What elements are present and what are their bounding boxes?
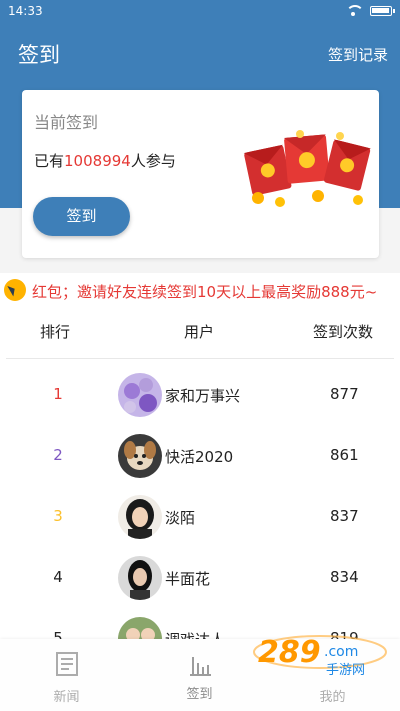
user-name: 淡陌	[165, 509, 196, 527]
svg-text:.com: .com	[324, 644, 358, 660]
tab-signin-label: 签到	[186, 687, 213, 702]
avatar	[118, 556, 162, 600]
rank-number: 2	[53, 446, 63, 464]
header-count: 签到次数	[313, 323, 374, 341]
signin-count: 834	[330, 568, 359, 586]
avatar	[118, 495, 162, 539]
signin-count: 837	[330, 507, 359, 525]
status-icons	[346, 5, 395, 17]
header-user: 用户	[184, 323, 215, 341]
chart-icon	[189, 657, 211, 676]
table-row[interactable]: 2 快活2020 861	[0, 420, 400, 481]
wifi-icon	[346, 5, 364, 17]
table-row[interactable]: 3 淡陌 837	[0, 481, 400, 542]
svg-text:手游网: 手游网	[326, 663, 365, 678]
avatar	[118, 373, 162, 417]
rank-number: 4	[53, 568, 63, 586]
header-rank: 排行	[40, 323, 71, 341]
tab-news[interactable]: 新闻	[0, 639, 133, 711]
signin-count: 877	[330, 385, 359, 403]
banner-text: 红包；邀请好友连续签到10天以上最高奖励888元~	[32, 283, 378, 301]
avatar	[118, 617, 162, 639]
signin-button[interactable]: 签到	[33, 197, 130, 236]
megaphone-icon	[4, 279, 26, 301]
watermark-logo: 289 .com 手游网	[253, 635, 387, 678]
status-time: 14:33	[8, 4, 43, 18]
signin-card: 当前签到 已有1008994人参与 签到	[22, 90, 379, 258]
rank-number: 3	[53, 507, 63, 525]
count-value: 1008994	[64, 152, 131, 170]
tab-news-label: 新闻	[53, 690, 80, 705]
user-name: 调戏达人	[165, 629, 225, 639]
tab-me-label: 我的	[319, 690, 346, 705]
participant-count: 已有1008994人参与	[34, 150, 176, 171]
app-bar: 签到 签到记录	[0, 24, 400, 82]
red-envelopes-icon	[243, 130, 371, 207]
tab-signin[interactable]: 签到	[133, 639, 266, 711]
rank-number: 1	[53, 385, 63, 403]
ranking-list[interactable]: 1 家和万事兴 877 2 快活2020 861 3 淡陌 837 4 半面花 …	[0, 359, 400, 639]
avatar	[118, 434, 162, 478]
card-title: 当前签到	[34, 113, 99, 132]
rank-number: 5	[53, 629, 63, 639]
table-header: 排行 用户 签到次数	[0, 307, 400, 359]
signin-record-button[interactable]: 签到记录	[328, 44, 388, 65]
news-icon	[55, 652, 78, 676]
table-row[interactable]: 1 家和万事兴 877	[0, 359, 400, 420]
user-name: 家和万事兴	[165, 387, 241, 405]
count-prefix: 已有	[34, 152, 65, 170]
user-name: 半面花	[165, 570, 211, 588]
page-title: 签到	[18, 43, 60, 67]
count-suffix: 人参与	[130, 152, 176, 170]
battery-icon	[370, 6, 395, 16]
svg-text:289: 289	[258, 635, 321, 670]
signin-count: 861	[330, 446, 359, 464]
user-name: 快活2020	[165, 448, 234, 466]
status-bar: 14:33	[0, 0, 400, 24]
promo-banner[interactable]: 红包；邀请好友连续签到10天以上最高奖励888元~	[0, 273, 400, 307]
table-row[interactable]: 4 半面花 834	[0, 542, 400, 603]
